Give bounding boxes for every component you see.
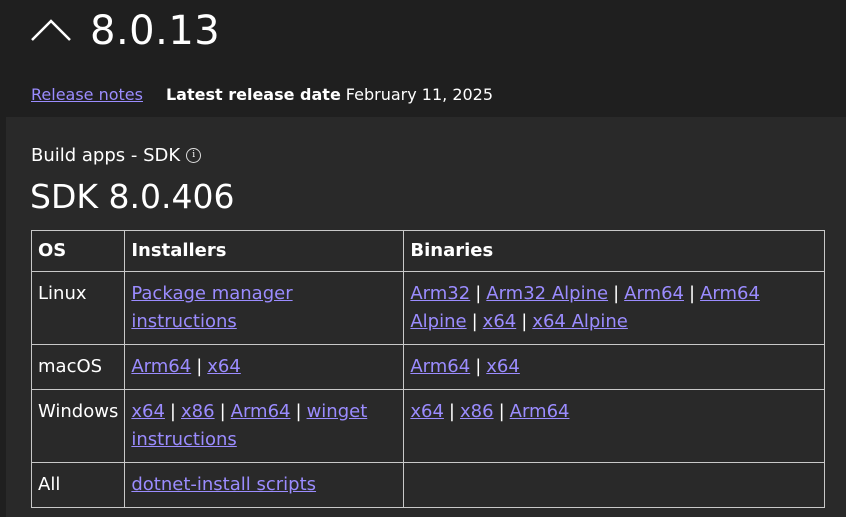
link-separator: | xyxy=(219,401,226,422)
link-separator: | xyxy=(498,401,505,422)
chevron-up-icon[interactable] xyxy=(30,18,72,42)
link-separator: | xyxy=(471,311,478,332)
os-cell: macOS xyxy=(30,344,126,390)
sdk-panel: Build apps - SDK i SDK 8.0.406 OS Instal… xyxy=(6,117,846,517)
binaries-cell: Arm64 | x64 xyxy=(403,344,825,390)
table-row: macOS Arm64 | x64 Arm64 | x64 xyxy=(30,344,825,390)
download-link[interactable]: Arm32 Alpine xyxy=(486,283,608,304)
latest-release-label: Latest release date xyxy=(165,85,341,104)
download-link[interactable]: x64 xyxy=(486,356,520,377)
link-separator: | xyxy=(169,401,176,422)
download-link[interactable]: Arm64 xyxy=(410,356,470,377)
os-cell: Linux xyxy=(30,271,126,345)
download-link[interactable]: x86 xyxy=(181,401,215,422)
installers-cell: Arm64 | x64 xyxy=(124,344,405,390)
header-binaries: Binaries xyxy=(403,230,825,272)
link-separator: | xyxy=(295,401,302,422)
link-separator: | xyxy=(196,356,203,377)
link-separator: | xyxy=(475,283,482,304)
table-header-row: OS Installers Binaries xyxy=(30,230,825,272)
download-link[interactable]: x86 xyxy=(460,401,494,422)
downloads-table: OS Installers Binaries Linux Package mana… xyxy=(30,230,825,508)
download-link[interactable]: Arm64 xyxy=(510,401,570,422)
release-meta: Release notes Latest release date Februa… xyxy=(31,85,493,104)
header-installers: Installers xyxy=(124,230,405,272)
binaries-cell: x64 | x86 | Arm64 xyxy=(403,389,825,463)
section-label-text: Build apps - SDK xyxy=(31,145,181,166)
release-header: 8.0.13 Release notes Latest release date… xyxy=(0,0,846,117)
sdk-title: SDK 8.0.406 xyxy=(30,177,235,216)
download-link[interactable]: x64 xyxy=(483,311,517,332)
link-separator: | xyxy=(613,283,620,304)
link-separator: | xyxy=(475,356,482,377)
binaries-cell: Arm32 | Arm32 Alpine | Arm64 | Arm64 Alpine | x6… xyxy=(403,271,825,345)
binaries-cell xyxy=(403,462,825,508)
download-link[interactable]: Package manager instructions xyxy=(131,283,292,332)
os-cell: Windows xyxy=(30,389,126,463)
installers-cell: x64 | x86 | Arm64 | winget instructions xyxy=(124,389,405,463)
table-row: All dotnet-install scripts xyxy=(30,462,825,508)
release-notes-link[interactable]: Release notes xyxy=(31,85,143,104)
section-label: Build apps - SDK i xyxy=(31,145,202,166)
download-link[interactable]: dotnet-install scripts xyxy=(131,474,316,495)
download-link[interactable]: Arm64 xyxy=(624,283,684,304)
version-title: 8.0.13 xyxy=(90,8,221,54)
latest-release-date: February 11, 2025 xyxy=(345,85,494,104)
link-separator: | xyxy=(448,401,455,422)
link-separator: | xyxy=(521,311,528,332)
os-cell: All xyxy=(30,462,126,508)
installers-cell: dotnet-install scripts xyxy=(124,462,405,508)
download-link[interactable]: x64 xyxy=(207,356,241,377)
table-row: Linux Package manager instructions Arm32 | A… xyxy=(30,271,825,345)
download-link[interactable]: x64 xyxy=(131,401,165,422)
link-separator: | xyxy=(688,283,696,304)
table-row: Windows x64 | x86 | Arm64 | winget instructions… xyxy=(30,389,825,463)
download-link[interactable]: Arm32 xyxy=(410,283,470,304)
info-icon[interactable]: i xyxy=(186,148,202,163)
installers-cell: Package manager instructions xyxy=(124,271,405,345)
download-link[interactable]: x64 xyxy=(410,401,444,422)
download-link[interactable]: Arm64 xyxy=(231,401,291,422)
download-link[interactable]: x64 Alpine xyxy=(532,311,628,332)
download-link[interactable]: Arm64 xyxy=(131,356,191,377)
header-os: OS xyxy=(30,230,126,272)
